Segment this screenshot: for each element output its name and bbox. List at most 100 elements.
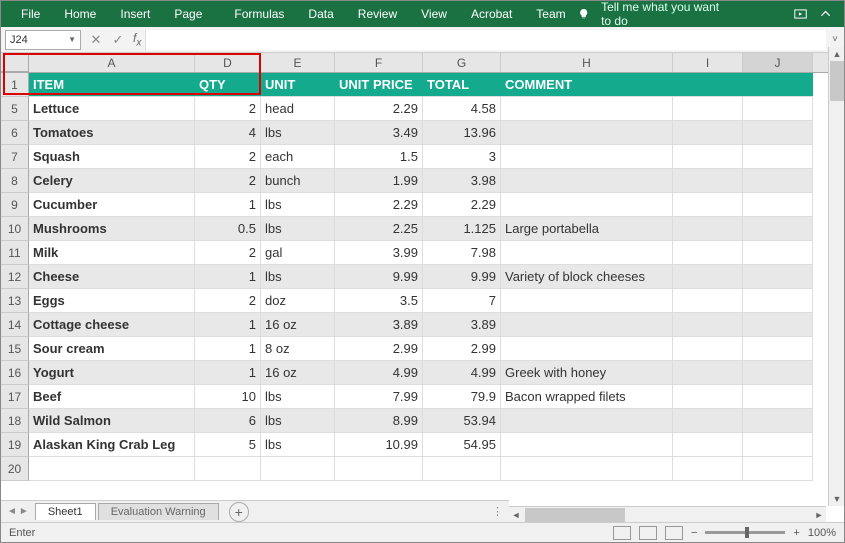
scroll-right-icon[interactable]: ►	[812, 508, 826, 522]
cell-I19[interactable]	[673, 433, 743, 457]
sheet-tab-active[interactable]: Sheet1	[35, 503, 96, 520]
cell-I10[interactable]	[673, 217, 743, 241]
cell-comment-8[interactable]	[501, 169, 673, 193]
cell-item-6[interactable]: Tomatoes	[29, 121, 195, 145]
cell-qty-17[interactable]: 10	[195, 385, 261, 409]
name-box[interactable]: J24 ▼	[5, 30, 81, 50]
cell-J5[interactable]	[743, 97, 813, 121]
cell-comment-10[interactable]: Large portabella	[501, 217, 673, 241]
cell-item-10[interactable]: Mushrooms	[29, 217, 195, 241]
cell-item-5[interactable]: Lettuce	[29, 97, 195, 121]
cell-I12[interactable]	[673, 265, 743, 289]
cell-header-total[interactable]: TOTAL	[423, 73, 501, 97]
cell-item-14[interactable]: Cottage cheese	[29, 313, 195, 337]
zoom-in-button[interactable]: +	[793, 527, 799, 539]
spreadsheet-grid[interactable]: ADEFGHIJ 1ITEMQTYUNITUNIT PRICETOTALCOMM…	[1, 53, 844, 509]
cell-price-12[interactable]: 9.99	[335, 265, 423, 289]
cell-comment-19[interactable]	[501, 433, 673, 457]
cell-unit-10[interactable]: lbs	[261, 217, 335, 241]
row-header-1[interactable]: 1	[1, 73, 29, 97]
fx-icon[interactable]: fx	[129, 31, 145, 48]
row-header-19[interactable]: 19	[1, 433, 29, 457]
row-header-20[interactable]: 20	[1, 457, 29, 481]
cell-I16[interactable]	[673, 361, 743, 385]
cell-item-19[interactable]: Alaskan King Crab Leg	[29, 433, 195, 457]
cell-total-5[interactable]: 4.58	[423, 97, 501, 121]
cell-price-17[interactable]: 7.99	[335, 385, 423, 409]
column-header-A[interactable]: A	[29, 53, 195, 72]
cell-unit-19[interactable]: lbs	[261, 433, 335, 457]
cell-J20[interactable]	[743, 457, 813, 481]
cell-J12[interactable]	[743, 265, 813, 289]
cell-total-19[interactable]: 54.95	[423, 433, 501, 457]
cell-qty-7[interactable]: 2	[195, 145, 261, 169]
cell-price-16[interactable]: 4.99	[335, 361, 423, 385]
ribbon-tab-data[interactable]: Data	[296, 1, 345, 27]
cell-J6[interactable]	[743, 121, 813, 145]
cell-comment-14[interactable]	[501, 313, 673, 337]
cell-price-6[interactable]: 3.49	[335, 121, 423, 145]
cell-J1[interactable]	[743, 73, 813, 97]
cell-total-16[interactable]: 4.99	[423, 361, 501, 385]
ribbon-tab-team[interactable]: Team	[524, 1, 577, 27]
cell-qty-10[interactable]: 0.5	[195, 217, 261, 241]
ribbon-tab-acrobat[interactable]: Acrobat	[459, 1, 524, 27]
cell-A20[interactable]	[29, 457, 195, 481]
cell-total-14[interactable]: 3.89	[423, 313, 501, 337]
cell-item-12[interactable]: Cheese	[29, 265, 195, 289]
cell-F20[interactable]	[335, 457, 423, 481]
row-header-5[interactable]: 5	[1, 97, 29, 121]
cell-H20[interactable]	[501, 457, 673, 481]
cell-qty-11[interactable]: 2	[195, 241, 261, 265]
cell-total-11[interactable]: 7.98	[423, 241, 501, 265]
formula-cancel-icon[interactable]: ✕	[85, 32, 107, 48]
tell-me-input[interactable]: Tell me what you want to do	[601, 0, 722, 28]
cell-comment-18[interactable]	[501, 409, 673, 433]
cell-total-7[interactable]: 3	[423, 145, 501, 169]
cell-J16[interactable]	[743, 361, 813, 385]
cell-total-15[interactable]: 2.99	[423, 337, 501, 361]
cell-I15[interactable]	[673, 337, 743, 361]
cell-price-7[interactable]: 1.5	[335, 145, 423, 169]
cell-price-10[interactable]: 2.25	[335, 217, 423, 241]
cell-I11[interactable]	[673, 241, 743, 265]
row-header-14[interactable]: 14	[1, 313, 29, 337]
cell-price-13[interactable]: 3.5	[335, 289, 423, 313]
row-header-8[interactable]: 8	[1, 169, 29, 193]
row-header-12[interactable]: 12	[1, 265, 29, 289]
cell-J7[interactable]	[743, 145, 813, 169]
sheet-nav-next-icon[interactable]: ►	[19, 506, 29, 517]
cell-comment-6[interactable]	[501, 121, 673, 145]
row-header-9[interactable]: 9	[1, 193, 29, 217]
cell-unit-17[interactable]: lbs	[261, 385, 335, 409]
cell-item-15[interactable]: Sour cream	[29, 337, 195, 361]
cell-J10[interactable]	[743, 217, 813, 241]
cell-unit-8[interactable]: bunch	[261, 169, 335, 193]
cell-unit-12[interactable]: lbs	[261, 265, 335, 289]
cell-I14[interactable]	[673, 313, 743, 337]
share-icon[interactable]	[794, 6, 807, 22]
column-header-E[interactable]: E	[261, 53, 335, 72]
cell-comment-5[interactable]	[501, 97, 673, 121]
cell-header-item[interactable]: ITEM	[29, 73, 195, 97]
add-sheet-button[interactable]: +	[229, 502, 249, 522]
cell-price-14[interactable]: 3.89	[335, 313, 423, 337]
formula-expand-icon[interactable]: ˅	[826, 34, 844, 45]
cell-J11[interactable]	[743, 241, 813, 265]
row-header-7[interactable]: 7	[1, 145, 29, 169]
row-header-18[interactable]: 18	[1, 409, 29, 433]
view-break-button[interactable]	[665, 526, 683, 540]
cell-item-18[interactable]: Wild Salmon	[29, 409, 195, 433]
cell-qty-15[interactable]: 1	[195, 337, 261, 361]
cell-comment-17[interactable]: Bacon wrapped filets	[501, 385, 673, 409]
ribbon-tab-home[interactable]: Home	[52, 1, 108, 27]
cell-unit-16[interactable]: 16 oz	[261, 361, 335, 385]
sheet-tab-other[interactable]: Evaluation Warning	[98, 503, 219, 520]
cell-qty-16[interactable]: 1	[195, 361, 261, 385]
cell-total-18[interactable]: 53.94	[423, 409, 501, 433]
cell-qty-12[interactable]: 1	[195, 265, 261, 289]
ribbon-tab-page-layout[interactable]: Page Layout	[162, 1, 222, 27]
cell-comment-15[interactable]	[501, 337, 673, 361]
column-header-H[interactable]: H	[501, 53, 673, 72]
horizontal-scrollbar[interactable]: ◄ ►	[509, 506, 826, 522]
